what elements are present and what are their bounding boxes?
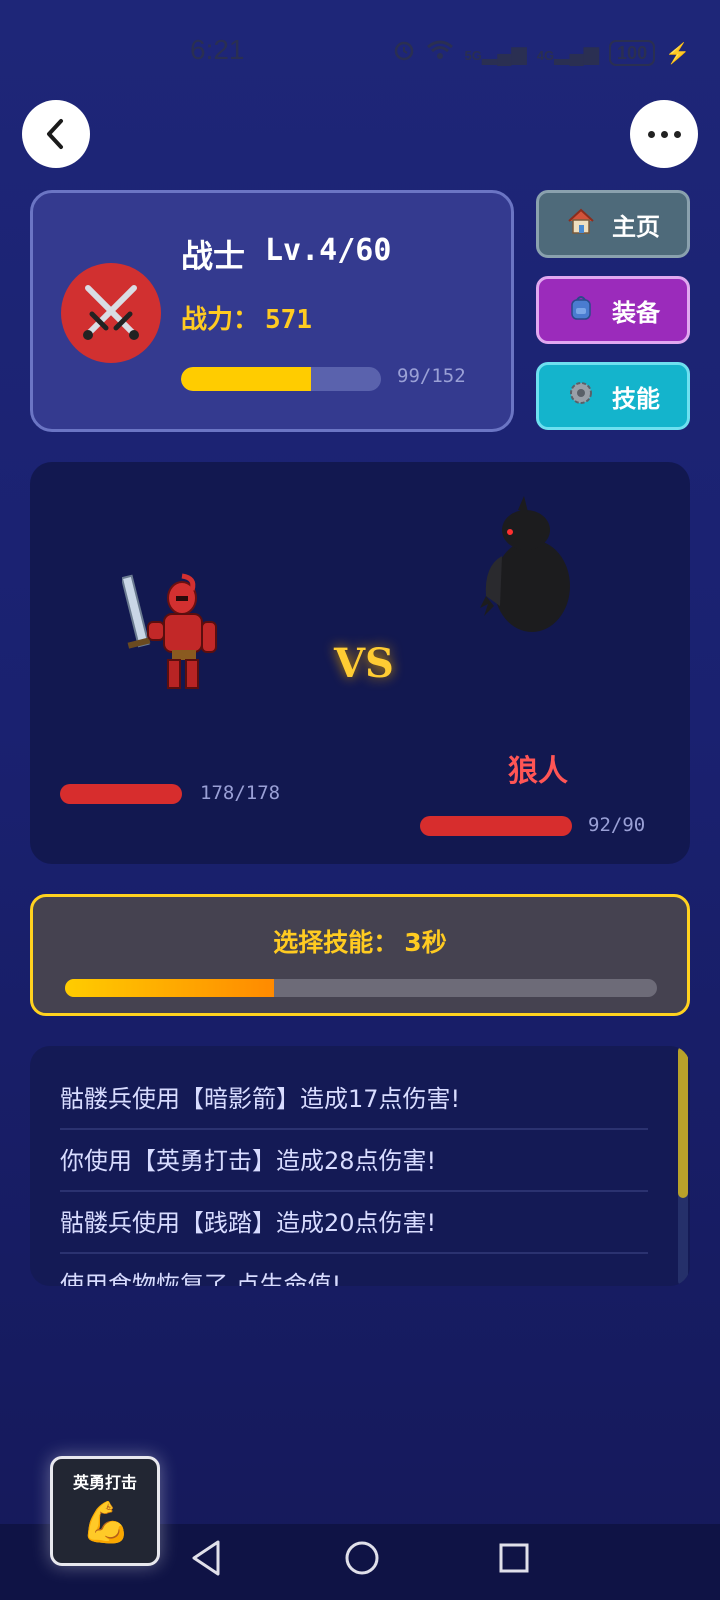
player-card: 战士 Lv.4/60 战力： 571 99/152 [30,190,514,432]
status-bar: 6:21 5G▂▄▆ 4G▂▄▆ 100 ⚡ [0,0,720,100]
more-options-button[interactable] [630,100,698,168]
skill-name: 英勇打击 [72,1473,137,1492]
signal-4g-icon: 4G▂▄▆ [536,42,600,65]
wifi-icon [426,39,454,67]
home-button-label: 主页 [612,212,660,241]
timer-label: 选择技能： [273,928,399,957]
skills-button[interactable]: 技能 [536,362,690,430]
timer-progress-fill [65,979,274,997]
timer-label-row: 选择技能： 3秒 [33,923,687,959]
vs-label: VS [334,640,394,687]
enemy-hp-text: 92/90 [588,814,646,836]
player-avatar [61,263,161,363]
skill-slot-heroic-strike[interactable]: 英勇打击 💪 [50,1456,160,1566]
xp-bar [181,367,381,391]
equipment-button[interactable]: 装备 [536,276,690,344]
timer-progress-bar [65,979,657,997]
more-dot [660,130,668,138]
player-hp-bar [60,784,182,804]
chevron-left-icon [47,119,63,149]
house-icon [566,206,596,242]
charging-icon: ⚡ [665,42,690,65]
log-scrollbar[interactable] [678,1046,688,1286]
power-row: 战力： 571 [181,299,312,336]
backpack-icon [566,292,596,328]
log-entry: 骷髅兵使用【暗影箭】造成17点伤害! [60,1068,648,1130]
more-dot [647,130,655,138]
player-hp-text: 178/178 [200,782,281,804]
nav-home-button[interactable] [342,1538,382,1582]
signal-4g-label: 4G [536,47,555,63]
player-sprite [120,570,242,704]
log-entry: 使用食物恢复了 点生命值! [60,1271,342,1286]
status-time: 6:21 [190,34,245,65]
nav-back-button[interactable] [188,1538,224,1582]
skills-button-label: 技能 [612,384,660,413]
enemy-hp-bar [420,816,572,836]
triangle-back-icon [192,1540,220,1576]
nav-recents-button[interactable] [494,1538,534,1582]
gear-icon [566,378,596,414]
back-button[interactable] [22,100,90,168]
circle-home-icon [345,1541,379,1575]
equipment-button-label: 装备 [612,298,660,327]
battle-log[interactable]: 骷髅兵使用【暗影箭】造成17点伤害! 你使用【英勇打击】造成28点伤害! 骷髅兵… [30,1046,690,1286]
crossed-swords-icon [83,285,139,340]
enemy-sprite [474,496,584,640]
signal-5g-label: 5G [464,47,482,63]
xp-bar-fill [181,367,312,391]
xp-text: 99/152 [397,365,466,387]
alarm-icon [392,38,416,68]
log-entry: 骷髅兵使用【践踏】造成20点伤害! [60,1192,648,1254]
power-label: 战力： [181,305,260,335]
power-value: 571 [265,305,312,335]
timer-seconds: 3秒 [404,928,447,957]
log-entry: 你使用【英勇打击】造成28点伤害! [60,1130,648,1192]
home-button[interactable]: 主页 [536,190,690,258]
player-level: Lv.4/60 [265,233,392,268]
battle-area: VS 狼人 178/178 92/90 [30,462,690,864]
flexed-biceps-icon: 💪 [81,1500,131,1546]
enemy-name: 狼人 [508,754,568,789]
status-icons: 5G▂▄▆ 4G▂▄▆ 100 ⚡ [392,38,690,68]
more-dot [673,130,681,138]
square-recents-icon [499,1543,529,1573]
battery-indicator: 100 [609,40,656,66]
player-name: 战士 [181,237,246,275]
log-scrollbar-thumb[interactable] [678,1046,688,1198]
signal-5g-icon: 5G▂▄▆ [464,42,527,65]
skill-timer-panel: 选择技能： 3秒 [30,894,690,1016]
